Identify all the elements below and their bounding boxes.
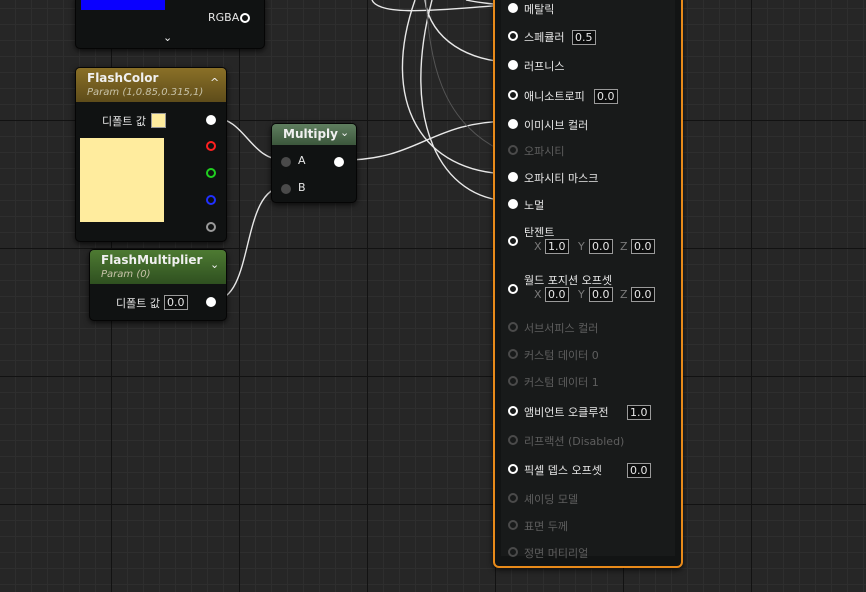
material-pin-4[interactable] <box>508 119 518 129</box>
flashmultiplier-header[interactable]: FlashMultiplier Param (0) ⌄ <box>90 250 226 284</box>
material-pin-label: 메탈릭 <box>524 3 555 16</box>
material-pin-label: 커스텀 데이터 0 <box>524 349 599 362</box>
material-lower-pin-8[interactable] <box>508 547 518 557</box>
material-pin-0[interactable] <box>508 3 518 13</box>
material-pin-label: 노멀 <box>524 199 545 212</box>
float-output-pin[interactable] <box>206 297 216 307</box>
color-preview <box>80 138 164 222</box>
material-pin-label: 스페큘러 <box>524 31 565 44</box>
node-title: FlashMultiplier <box>101 253 203 267</box>
material-pin-label: 월드 포지션 오프셋 <box>524 274 612 287</box>
material-pin-value[interactable]: 0.0 <box>627 463 651 478</box>
default-value-label: 디폴트 값 <box>116 297 160 310</box>
material-pin-value[interactable]: 0.5 <box>572 30 596 45</box>
y-field[interactable]: 0.0 <box>589 287 613 302</box>
material-lower-pin-3[interactable] <box>508 406 518 416</box>
multiply-output-pin[interactable] <box>334 157 344 167</box>
material-pin-1[interactable] <box>508 31 518 41</box>
z-field[interactable]: 0.0 <box>631 287 655 302</box>
z-label: Z <box>620 240 628 253</box>
input-a-label: A <box>298 154 306 167</box>
a-output-pin[interactable] <box>206 222 216 232</box>
default-value-label: 디폴트 값 <box>102 115 146 128</box>
material-pin-label: 이미시브 컬러 <box>524 119 589 132</box>
material-pin-2[interactable] <box>508 60 518 70</box>
material-pin-label: 커스텀 데이터 1 <box>524 376 599 389</box>
material-pin-label: 정면 머티리얼 <box>524 547 589 560</box>
material-pin-wpo[interactable] <box>508 284 518 294</box>
material-lower-pin-6[interactable] <box>508 493 518 503</box>
wire-multiply-to-emissive <box>343 120 513 161</box>
material-lower-pin-4[interactable] <box>508 435 518 445</box>
rgb-output-pin[interactable] <box>206 115 216 125</box>
material-lower-pin-1[interactable] <box>508 349 518 359</box>
material-lower-pin-7[interactable] <box>508 520 518 530</box>
top-color-node[interactable]: RGBA ⌄ <box>75 0 265 49</box>
z-field[interactable]: 0.0 <box>631 239 655 254</box>
y-label: Y <box>578 288 585 301</box>
input-a-pin[interactable] <box>281 157 291 167</box>
material-pin-label: 오파시티 마스크 <box>524 172 599 185</box>
multiply-header[interactable]: Multiply ⌄ <box>272 124 356 145</box>
y-field[interactable]: 0.0 <box>589 239 613 254</box>
x-label: X <box>534 240 542 253</box>
g-output-pin[interactable] <box>206 168 216 178</box>
default-color-swatch[interactable] <box>151 113 166 128</box>
x-label: X <box>534 288 542 301</box>
material-pin-3[interactable] <box>508 90 518 100</box>
y-label: Y <box>578 240 585 253</box>
flashcolor-node[interactable]: FlashColor Param (1,0.85,0.315,1) ^ 디폴트 … <box>75 67 227 242</box>
node-subtitle: Param (1,0.85,0.315,1) <box>87 87 204 98</box>
material-pin-label: 셰이딩 모델 <box>524 493 579 506</box>
material-lower-pin-0[interactable] <box>508 322 518 332</box>
material-pin-value[interactable]: 0.0 <box>594 89 618 104</box>
material-result-node[interactable]: 메탈릭스페큘러 0.5 러프니스애니소트로피 0.0 이미시브 컬러오파시티오파시티 마… <box>493 0 683 568</box>
color-swatch <box>81 0 165 10</box>
material-pin-label: 리프랙션 (Disabled) <box>524 435 625 448</box>
material-pin-label: 앰비언트 오클루전 <box>524 406 609 419</box>
input-b-label: B <box>298 181 306 194</box>
material-pin-tangent[interactable] <box>508 236 518 246</box>
r-output-pin[interactable] <box>206 141 216 151</box>
chevron-down-icon[interactable]: ⌄ <box>210 258 219 271</box>
node-title: FlashColor <box>87 71 159 85</box>
x-field[interactable]: 1.0 <box>545 239 569 254</box>
z-label: Z <box>620 288 628 301</box>
material-pin-value[interactable]: 1.0 <box>627 405 651 420</box>
material-pin-label: 픽셀 뎁스 오프셋 <box>524 464 602 477</box>
material-pin-7[interactable] <box>508 199 518 209</box>
material-pin-5[interactable] <box>508 145 518 155</box>
material-pin-label: 표면 두께 <box>524 520 568 533</box>
chevron-down-icon[interactable]: ⌄ <box>340 126 349 139</box>
multiply-node[interactable]: Multiply ⌄ A B <box>271 123 357 203</box>
material-pin-label: 애니소트로피 <box>524 90 585 103</box>
b-output-pin[interactable] <box>206 195 216 205</box>
material-pin-label: 오파시티 <box>524 145 565 158</box>
flashcolor-header[interactable]: FlashColor Param (1,0.85,0.315,1) ^ <box>76 68 226 102</box>
x-field[interactable]: 0.0 <box>545 287 569 302</box>
material-lower-pin-5[interactable] <box>508 464 518 474</box>
flashmultiplier-node[interactable]: FlashMultiplier Param (0) ⌄ 디폴트 값 0.0 <box>89 249 227 321</box>
wire-to-metallic <box>371 0 513 12</box>
rgba-output-pin[interactable] <box>240 13 250 23</box>
input-b-pin[interactable] <box>281 184 291 194</box>
node-title: Multiply <box>283 127 338 141</box>
material-pin-label: 러프니스 <box>524 60 565 73</box>
default-value-field[interactable]: 0.0 <box>164 295 188 310</box>
chevron-down-icon[interactable]: ⌄ <box>163 31 172 44</box>
material-pin-label: 서브서피스 컬러 <box>524 322 599 335</box>
material-pin-label: 탄젠트 <box>524 226 555 239</box>
material-pin-6[interactable] <box>508 172 518 182</box>
node-subtitle: Param (0) <box>101 269 151 280</box>
material-lower-pin-2[interactable] <box>508 376 518 386</box>
chevron-up-icon[interactable]: ^ <box>210 76 219 89</box>
rgba-output-label: RGBA <box>208 11 240 24</box>
